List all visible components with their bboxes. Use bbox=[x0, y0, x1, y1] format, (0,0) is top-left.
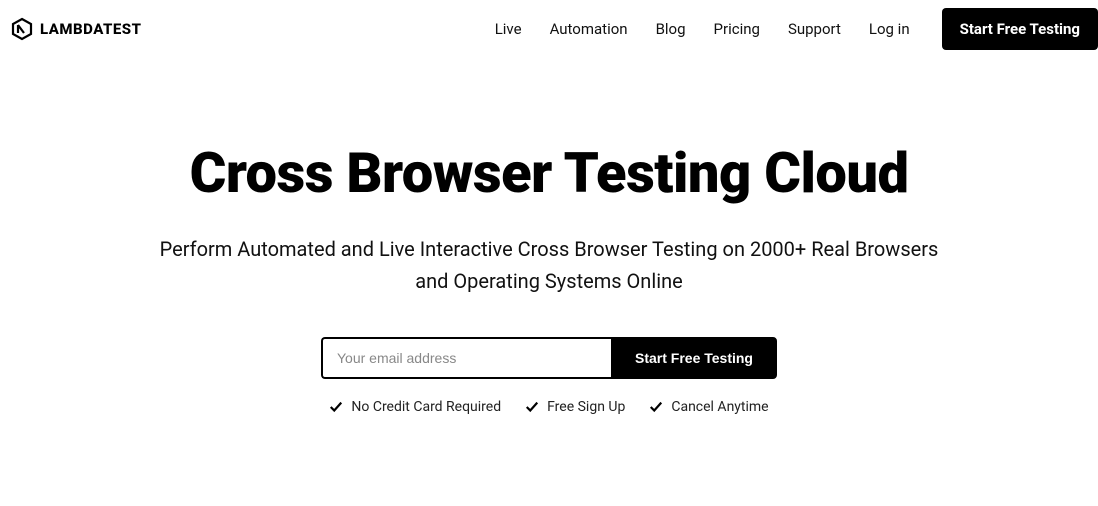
nav-live[interactable]: Live bbox=[495, 20, 522, 38]
header: LAMBDATEST Live Automation Blog Pricing … bbox=[0, 0, 1098, 58]
hero-section: Cross Browser Testing Cloud Perform Auto… bbox=[0, 58, 1098, 415]
benefit-cancel: Cancel Anytime bbox=[649, 399, 768, 415]
benefit-label: Free Sign Up bbox=[547, 399, 625, 415]
lambdatest-logo-icon bbox=[10, 17, 34, 41]
logo-text: LAMBDATEST bbox=[40, 20, 142, 38]
hero-title: Cross Browser Testing Cloud bbox=[0, 143, 1098, 205]
start-free-testing-form-button[interactable]: Start Free Testing bbox=[611, 337, 777, 379]
email-input[interactable] bbox=[321, 337, 611, 379]
nav-automation[interactable]: Automation bbox=[550, 20, 628, 38]
start-free-testing-header-button[interactable]: Start Free Testing bbox=[942, 8, 1098, 50]
benefit-no-card: No Credit Card Required bbox=[329, 399, 501, 415]
check-icon bbox=[329, 400, 343, 414]
benefit-label: Cancel Anytime bbox=[671, 399, 768, 415]
logo[interactable]: LAMBDATEST bbox=[10, 17, 142, 41]
hero-subtitle: Perform Automated and Live Interactive C… bbox=[149, 233, 949, 297]
check-icon bbox=[649, 400, 663, 414]
benefits-list: No Credit Card Required Free Sign Up Can… bbox=[0, 399, 1098, 415]
nav-blog[interactable]: Blog bbox=[656, 20, 686, 38]
benefit-label: No Credit Card Required bbox=[351, 399, 501, 415]
nav-pricing[interactable]: Pricing bbox=[714, 20, 760, 38]
main-nav: Live Automation Blog Pricing Support Log… bbox=[495, 8, 1098, 50]
signup-form: Start Free Testing bbox=[0, 337, 1098, 379]
nav-login[interactable]: Log in bbox=[869, 20, 910, 38]
nav-support[interactable]: Support bbox=[788, 20, 841, 38]
check-icon bbox=[525, 400, 539, 414]
benefit-free-signup: Free Sign Up bbox=[525, 399, 625, 415]
